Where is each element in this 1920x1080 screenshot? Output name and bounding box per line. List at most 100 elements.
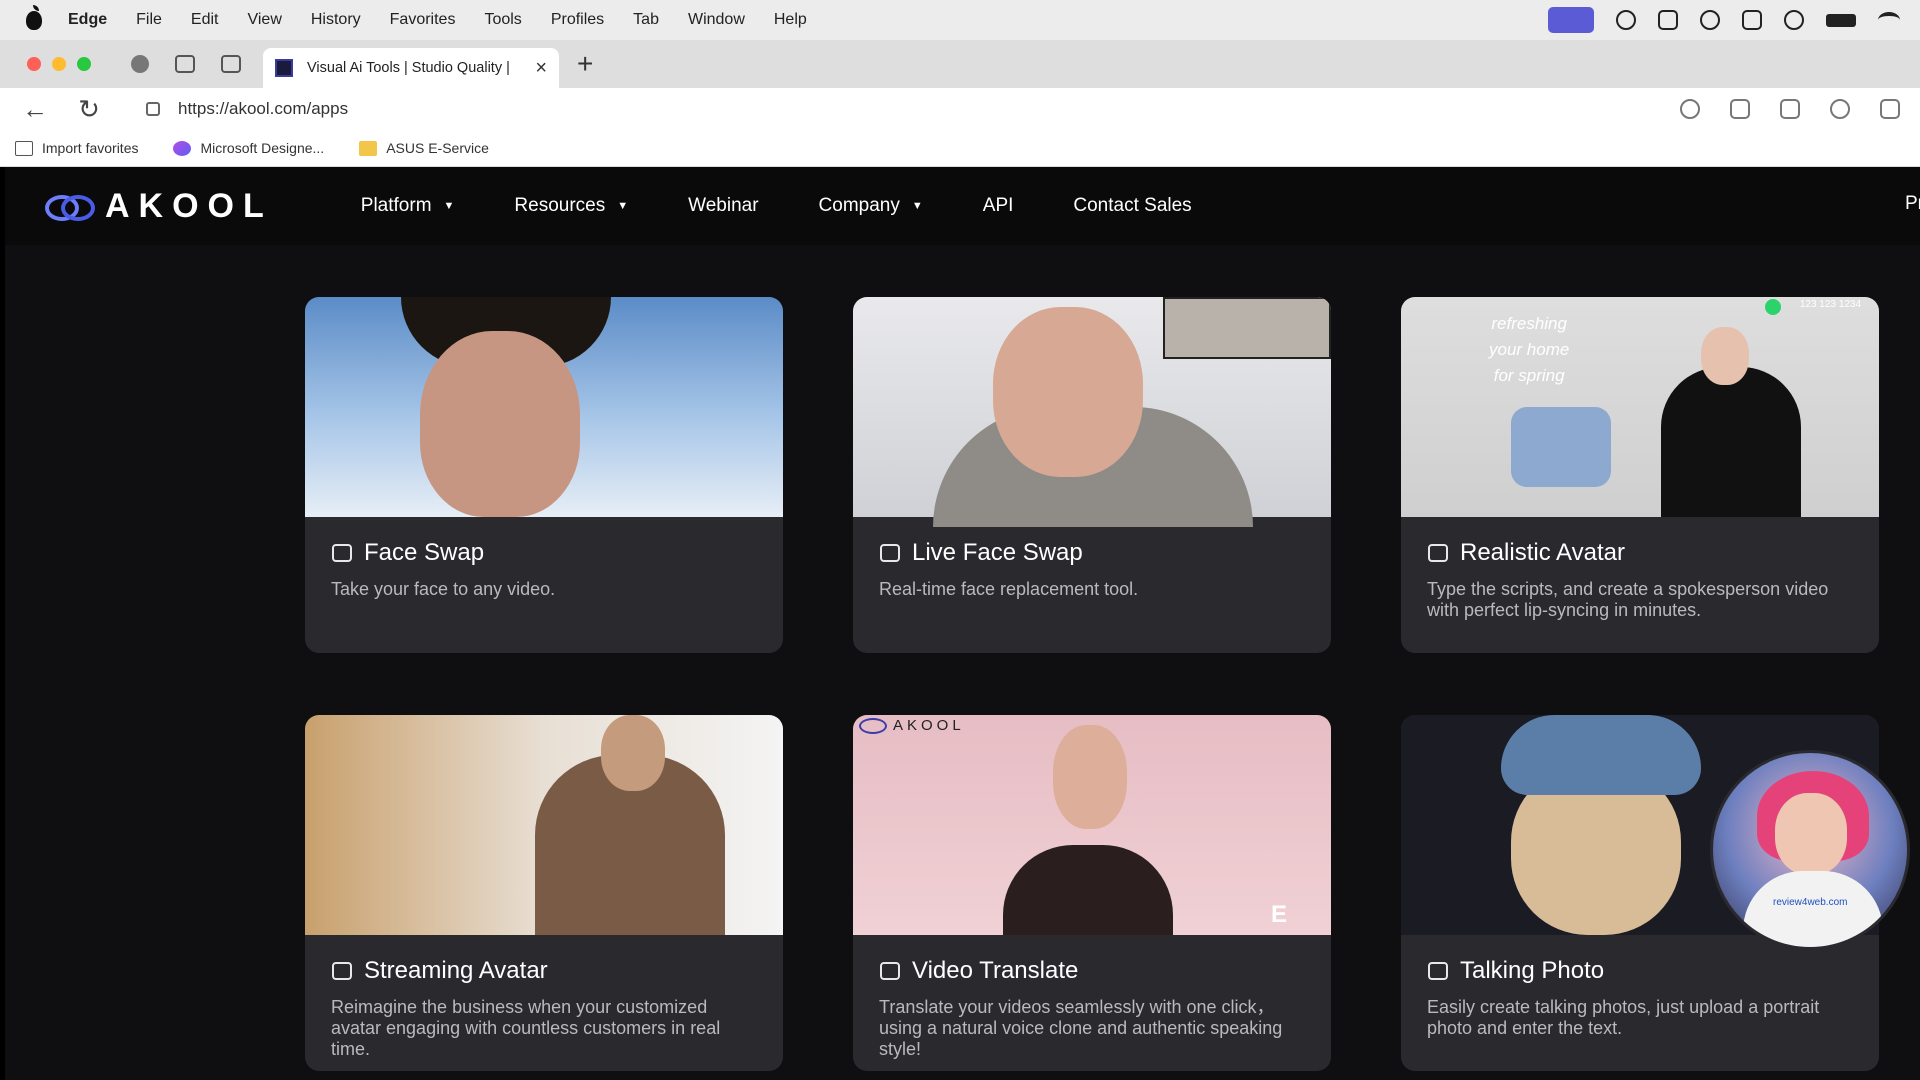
translate-icon <box>880 962 900 980</box>
browser-tab-bar: Visual Ai Tools | Studio Quality | × + <box>0 40 1920 88</box>
zoom-window-button[interactable] <box>77 57 91 71</box>
split-screen-icon[interactable] <box>1880 99 1900 119</box>
app-card-live-face-swap[interactable]: Live Face Swap Real-time face replacemen… <box>853 297 1331 653</box>
menu-history[interactable]: History <box>311 11 361 29</box>
card-description: Real-time face replacement tool. <box>879 579 1139 599</box>
menu-profiles[interactable]: Profiles <box>551 11 604 29</box>
nav-company[interactable]: Company ▼ <box>819 195 923 217</box>
minimize-window-button[interactable] <box>52 57 66 71</box>
address-actions <box>1680 88 1900 130</box>
card-description: Type the scripts, and create a spokesper… <box>1427 579 1829 620</box>
bookmark-label: Microsoft Designe... <box>200 140 325 156</box>
folder-icon <box>359 140 378 156</box>
whatsapp-icon <box>1765 299 1781 315</box>
menu-window[interactable]: Window <box>688 11 745 29</box>
chatgpt-icon[interactable] <box>1616 10 1636 30</box>
app-card-face-swap[interactable]: Face Swap Take your face to any video. <box>305 297 783 653</box>
menu-app-name[interactable]: Edge <box>68 11 107 29</box>
eye-icon[interactable] <box>1700 10 1720 30</box>
battery-icon[interactable] <box>1826 13 1856 27</box>
card-image <box>853 297 1331 527</box>
window-controls <box>27 57 91 71</box>
card-title: Face Swap <box>364 539 485 566</box>
bookmark-label: ASUS E-Service <box>386 140 489 156</box>
card-title: Video Translate <box>912 957 1079 984</box>
card-title: Realistic Avatar <box>1460 539 1625 566</box>
workspaces-icon[interactable] <box>175 55 195 73</box>
menu-view[interactable]: View <box>247 11 281 29</box>
bookmark-asus-eservice[interactable]: ASUS E-Service <box>359 140 489 156</box>
menu-favorites[interactable]: Favorites <box>390 11 456 29</box>
read-aloud-icon[interactable] <box>1730 99 1750 119</box>
new-tab-button[interactable]: + <box>577 48 593 80</box>
card-image <box>305 715 783 935</box>
favorite-star-icon[interactable] <box>1830 99 1850 119</box>
web-page: AKOOL Platform ▼ Resources ▼ Webinar Compa… <box>5 167 1920 1080</box>
bookmark-import-favorites[interactable]: Import favorites <box>15 140 138 156</box>
menu-help[interactable]: Help <box>774 11 807 29</box>
logo-text: AKOOL <box>105 186 273 225</box>
wifi-icon[interactable] <box>1878 12 1900 28</box>
akool-watermark: AKOOL <box>859 717 965 734</box>
card-description: Reimagine the business when your customi… <box>331 997 721 1059</box>
phone-number: 123 123 1234 <box>1799 299 1861 310</box>
capcut-icon[interactable] <box>1658 10 1678 30</box>
nav-contact-sales[interactable]: Contact Sales <box>1073 195 1191 217</box>
nav-webinar[interactable]: Webinar <box>688 195 758 217</box>
menu-edit[interactable]: Edit <box>191 11 219 29</box>
nav-api[interactable]: API <box>983 195 1014 217</box>
card-image <box>305 297 783 517</box>
card-image: AKOOL E <box>853 715 1331 935</box>
close-window-button[interactable] <box>27 57 41 71</box>
card-description: Translate your videos seamlessly with on… <box>879 997 1283 1059</box>
close-tab-icon[interactable]: × <box>535 57 547 80</box>
address-bar: ← ↻ https://akool.com/apps <box>0 88 1920 130</box>
card-title: Streaming Avatar <box>364 957 548 984</box>
apple-icon[interactable] <box>26 4 42 30</box>
immersive-reader-icon[interactable] <box>1780 99 1800 119</box>
akool-favicon-icon <box>275 59 293 77</box>
nav-pricing-cut[interactable]: Pr <box>1905 193 1920 215</box>
shirt-text: review4web.com <box>1773 897 1848 908</box>
lock-icon[interactable] <box>146 102 160 116</box>
back-arrow-icon[interactable]: ← <box>16 94 54 125</box>
akool-logo-icon <box>45 187 97 225</box>
menu-tab[interactable]: Tab <box>633 11 659 29</box>
vlc-icon[interactable] <box>1742 10 1762 30</box>
bookmarks-bar: Import favorites Microsoft Designe... AS… <box>0 130 1920 167</box>
import-icon <box>15 140 33 156</box>
nav-resources[interactable]: Resources ▼ <box>514 195 628 217</box>
app-card-video-translate[interactable]: AKOOL E Video Translate Translate your v… <box>853 715 1331 1071</box>
card-title: Talking Photo <box>1460 957 1605 984</box>
akool-logo[interactable]: AKOOL <box>45 187 273 226</box>
key-icon[interactable] <box>1680 99 1700 119</box>
chevron-down-icon: ▼ <box>911 200 923 212</box>
menu-tools[interactable]: Tools <box>484 11 521 29</box>
bookmark-label: Import favorites <box>42 140 139 156</box>
screen-record-icon[interactable] <box>1548 7 1594 33</box>
site-navbar: AKOOL Platform ▼ Resources ▼ Webinar Compa… <box>5 167 1920 245</box>
bookmark-microsoft-designer[interactable]: Microsoft Designe... <box>173 140 324 156</box>
webcam-overlay: review4web.com <box>1710 750 1910 950</box>
nav-links: Platform ▼ Resources ▼ Webinar Company ▼ AP… <box>361 195 1252 217</box>
avatar-icon <box>1428 544 1448 562</box>
menu-file[interactable]: File <box>136 11 162 29</box>
status-tray <box>1548 0 1900 40</box>
card-title: Live Face Swap <box>912 539 1083 566</box>
url-field[interactable]: https://akool.com/apps <box>178 99 348 119</box>
app-card-realistic-avatar[interactable]: refreshing your home for spring 123 123 … <box>1401 297 1879 653</box>
profile-icon[interactable] <box>131 55 149 73</box>
face-swap-icon <box>332 544 352 562</box>
image-overlay-text: refreshing your home for spring <box>1489 314 1570 385</box>
card-description: Take your face to any video. <box>331 579 556 599</box>
tab-actions-icon[interactable] <box>221 55 241 73</box>
nav-platform[interactable]: Platform ▼ <box>361 195 455 217</box>
app-card-streaming-avatar[interactable]: Streaming Avatar Reimagine the business … <box>305 715 783 1071</box>
mac-menubar: Edge File Edit View History Favorites To… <box>0 0 1920 40</box>
browser-tab-active[interactable]: Visual Ai Tools | Studio Quality | × <box>263 48 559 88</box>
card-image: refreshing your home for spring 123 123 … <box>1401 297 1879 517</box>
refresh-icon[interactable]: ↻ <box>70 94 108 125</box>
play-icon[interactable] <box>1784 10 1804 30</box>
live-face-swap-icon <box>880 544 900 562</box>
e-logo: E <box>1270 901 1287 928</box>
